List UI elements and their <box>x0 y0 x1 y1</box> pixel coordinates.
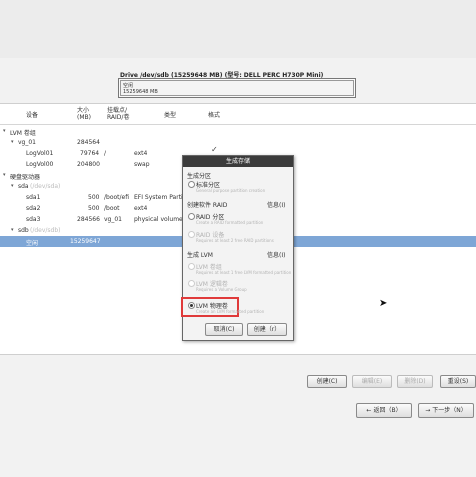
size-cell: 204800 <box>77 161 100 168</box>
type-cell: ext4 <box>134 150 148 157</box>
lvm-pv-desc: Create an LVM formatted partition <box>196 309 265 314</box>
type-cell: swap <box>134 161 150 168</box>
header-mount: 挂载点/RAID/卷 <box>107 107 130 121</box>
drive-layout-bar[interactable]: 空闲 15259648 MB <box>118 78 356 98</box>
section-lvm-label: 生成 LVM <box>187 252 213 259</box>
back-arrow-icon: ← <box>366 407 372 414</box>
lvm-lv-desc: Requires a Volume Group <box>196 287 247 292</box>
device-cell: LVM 卷组 <box>10 130 36 137</box>
free-segment-label: 空闲 <box>123 83 134 89</box>
raid-device-desc: Requires at least 2 free RAID partitions <box>196 238 274 243</box>
lvm-lv-radio[interactable] <box>188 280 195 287</box>
device-cell: 硬盘驱动器 <box>10 174 41 181</box>
create-action-button[interactable]: 创建(C) <box>307 375 347 388</box>
device-cell: sda1 <box>26 194 41 201</box>
device-cell: LogVol00 <box>26 161 54 168</box>
lvm-pv-radio[interactable] <box>188 302 195 309</box>
lvm-info-button[interactable]: 信息(I) <box>267 250 285 259</box>
top-band <box>0 0 476 58</box>
next-button[interactable]: → 下一步（N） <box>418 403 474 418</box>
back-label: 返回（B） <box>373 407 402 414</box>
create-button[interactable]: 创建（r） <box>247 323 287 336</box>
standard-partition-radio[interactable] <box>188 181 195 188</box>
mouse-cursor-icon: ➤ <box>379 298 388 309</box>
device-cell: 空闲 <box>26 240 39 247</box>
size-cell: 500 <box>88 205 100 212</box>
header-device: 设备 <box>26 112 39 119</box>
device-path: (/dev/sda) <box>30 183 61 190</box>
size-cell: 284566 <box>77 216 100 223</box>
size-cell: 79764 <box>80 150 100 157</box>
table-row[interactable]: ▾ vg_01 284564 <box>0 137 476 148</box>
checkmark-icon: ✓ <box>211 145 218 154</box>
section-raid-label: 创建软件 RAID <box>187 202 228 209</box>
mount-cell: vg_01 <box>104 216 122 223</box>
header-format: 格式 <box>208 112 221 119</box>
reset-action-button[interactable]: 重设(S) <box>440 375 476 388</box>
mount-cell: /boot <box>104 205 120 212</box>
header-divider <box>0 124 476 125</box>
type-cell: physical volume (LVM) <box>134 216 184 223</box>
next-label: 下一步（N） <box>432 407 467 414</box>
mount-cell: / <box>104 150 107 157</box>
device-path: (/dev/sdb) <box>30 227 61 234</box>
edit-action-button[interactable]: 编辑(E) <box>352 375 392 388</box>
free-segment-size: 15259648 MB <box>123 89 158 95</box>
create-storage-dialog: 生成存储 生成分区 标准分区 General purpose partition… <box>181 155 294 341</box>
device-cell: vg_01 <box>18 139 36 146</box>
cancel-button[interactable]: 取消(C) <box>205 323 243 336</box>
delete-action-button[interactable]: 删除(D) <box>397 375 433 388</box>
section-partition-label: 生成分区 <box>187 173 212 180</box>
dialog-title: 生成存储 <box>183 156 293 167</box>
collapse-icon[interactable]: ▾ <box>11 139 14 145</box>
lvm-vg-desc: Requires at least 1 free LVM formatted p… <box>196 270 292 275</box>
raid-info-button[interactable]: 信息(I) <box>267 200 285 209</box>
size-cell: 284564 <box>77 139 100 146</box>
mount-cell: /boot/efi <box>104 194 130 201</box>
raid-device-radio[interactable] <box>188 231 195 238</box>
collapse-icon[interactable]: ▾ <box>11 227 14 233</box>
device-cell: sda3 <box>26 216 41 223</box>
raid-partition-desc: Create a RAID formatted partition <box>196 220 264 225</box>
table-row[interactable]: ▾ LVM 卷组 <box>0 126 476 137</box>
type-cell: ext4 <box>134 205 148 212</box>
size-cell: 15259647 <box>70 238 101 245</box>
raid-partition-radio[interactable] <box>188 213 195 220</box>
collapse-icon[interactable]: ▾ <box>3 172 6 178</box>
free-segment[interactable]: 空闲 15259648 MB <box>120 80 354 96</box>
back-button[interactable]: ← 返回（B） <box>356 403 412 418</box>
next-arrow-icon: → <box>425 407 431 414</box>
header-type: 类型 <box>164 112 177 119</box>
lvm-vg-radio[interactable] <box>188 263 195 270</box>
header-size: 大小 (MB) <box>77 107 91 121</box>
device-cell: LogVol01 <box>26 150 54 157</box>
device-cell: sdb <box>18 227 29 234</box>
collapse-icon[interactable]: ▾ <box>3 128 6 134</box>
device-cell: sda2 <box>26 205 41 212</box>
device-cell: sda <box>18 183 29 190</box>
standard-partition-desc: General purpose partition creation <box>196 188 266 193</box>
collapse-icon[interactable]: ▾ <box>11 183 14 189</box>
type-cell: EFI System Partition <box>134 194 184 201</box>
size-cell: 500 <box>88 194 100 201</box>
